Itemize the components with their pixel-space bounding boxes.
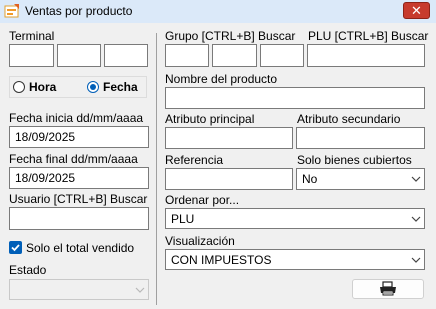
state-select [9,279,149,300]
radio-hora-indicator [13,81,25,93]
title-bar: Ventas por producto ✕ [0,0,436,24]
user-label: Usuario [CTRL+B] Buscar [9,192,148,206]
reference-label: Referencia [165,153,224,167]
secondary-attribute-field[interactable] [296,127,425,149]
terminal-field-3[interactable] [104,44,148,67]
covered-goods-select[interactable]: No [296,168,425,190]
state-label: Estado [9,263,47,277]
group-field-3[interactable] [260,44,304,67]
window-title: Ventas por producto [25,4,133,18]
only-total-sold-checkbox[interactable] [9,241,22,254]
user-field[interactable] [9,207,149,230]
radio-hora-label: Hora [29,80,57,94]
report-icon [4,4,19,18]
only-total-sold-label: Solo el total vendido [26,241,135,255]
main-attribute-label: Atributo principal [165,112,255,126]
view-select[interactable]: CON IMPUESTOS [165,249,425,270]
secondary-attribute-label: Atributo secundario [297,112,401,126]
terminal-field-2[interactable] [57,44,101,67]
radio-fecha-indicator [87,81,99,93]
product-name-field[interactable] [165,87,425,109]
reference-field[interactable] [165,168,293,190]
column-divider [156,33,157,305]
order-by-value: PLU [171,212,195,226]
start-date-label: Fecha inicia dd/mm/aaaa [9,111,144,125]
view-value: CON IMPUESTOS [171,253,272,267]
close-button[interactable]: ✕ [403,2,430,19]
radio-fecha-label: Fecha [103,80,138,94]
chevron-down-icon [407,169,424,189]
group-label: Grupo [CTRL+B] Buscar [165,29,296,43]
order-by-select[interactable]: PLU [165,208,425,229]
covered-goods-value: No [302,172,318,186]
chevron-down-icon [407,250,424,269]
print-button[interactable] [352,279,424,299]
terminal-field-1[interactable] [9,44,54,67]
view-label: Visualización [165,234,235,248]
time-mode-group: Hora Fecha [9,76,147,98]
printer-icon [380,281,396,296]
end-date-field[interactable]: 18/09/2025 [9,167,149,189]
terminal-label: Terminal [9,29,55,43]
end-date-label: Fecha final dd/mm/aaaa [9,152,138,166]
group-field-1[interactable] [165,44,209,67]
plu-field[interactable] [307,44,425,67]
covered-goods-label: Solo bienes cubiertos [297,153,412,167]
chevron-down-icon [131,280,148,299]
chevron-down-icon [407,209,424,228]
main-attribute-field[interactable] [165,127,293,149]
radio-hora[interactable]: Hora [13,80,56,94]
radio-fecha[interactable]: Fecha [87,80,138,94]
check-icon [11,244,20,252]
order-by-label: Ordenar por... [165,193,240,207]
plu-label: PLU [CTRL+B] Buscar [308,29,429,43]
start-date-field[interactable]: 18/09/2025 [9,126,149,148]
group-field-2[interactable] [212,44,257,67]
product-name-label: Nombre del producto [165,72,278,86]
